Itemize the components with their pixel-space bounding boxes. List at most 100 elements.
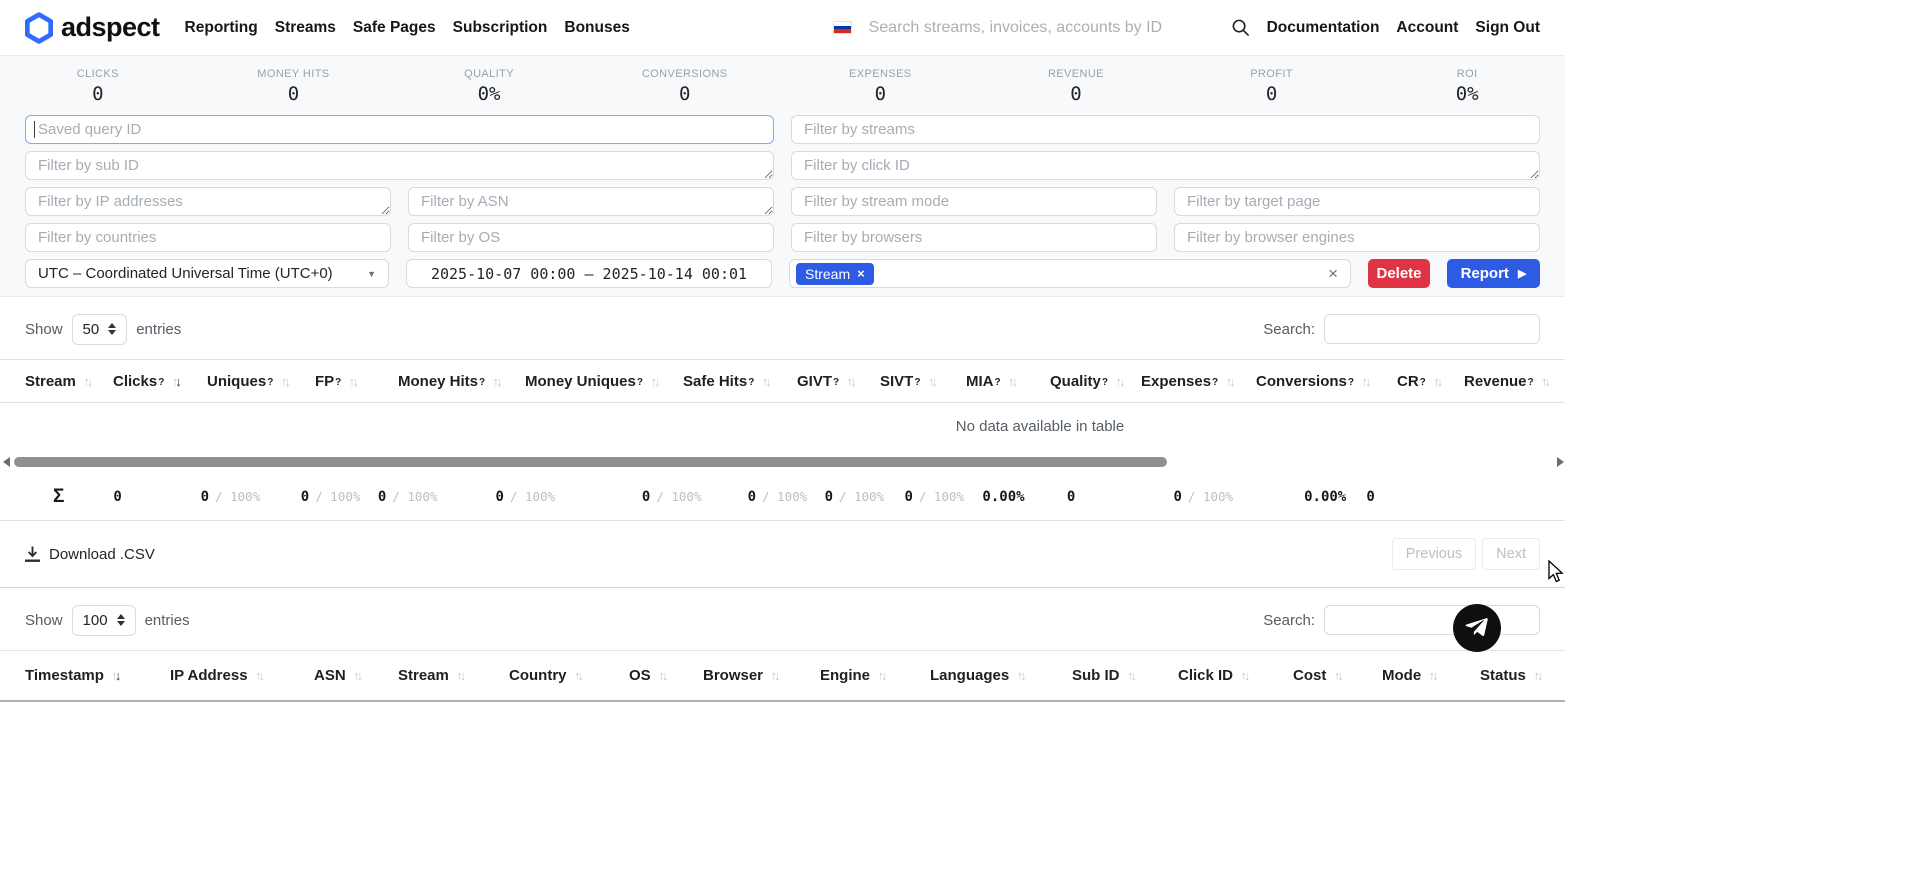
telegram-button[interactable] — [1453, 604, 1501, 652]
column-header-stream[interactable]: Stream↑↓ — [25, 373, 113, 390]
column-header-money-hits[interactable]: Money Hits?↑↓ — [398, 373, 525, 390]
totals-percent: / 100% — [215, 489, 260, 504]
date-range-input[interactable]: 2025-10-07 00:00 – 2025-10-14 00:01 — [406, 259, 772, 288]
global-search-input[interactable] — [869, 19, 1214, 37]
column-header-browser[interactable]: Browser↑↓ — [703, 667, 820, 684]
group-by-select[interactable]: Stream × × — [789, 259, 1351, 288]
download-csv-link[interactable]: Download .CSV — [25, 546, 155, 563]
filter-target-page-input[interactable] — [1174, 187, 1540, 216]
column-header-cost[interactable]: Cost↑↓ — [1293, 667, 1382, 684]
navbar-links: Documentation Account Sign Out — [1267, 19, 1540, 37]
nav-item-reporting[interactable]: Reporting — [185, 19, 258, 37]
column-header-fp[interactable]: FP?↑↓ — [315, 373, 398, 390]
help-mark: ? — [748, 373, 754, 388]
sort-icon: ↑↓ — [282, 374, 289, 389]
nav-item-streams[interactable]: Streams — [275, 19, 336, 37]
nav-item-account[interactable]: Account — [1396, 19, 1458, 37]
column-header-ip-address[interactable]: IP Address↑↓ — [170, 667, 314, 684]
totals-cell: 0/ 100% — [637, 488, 743, 506]
column-label: Conversions — [1256, 373, 1347, 390]
filter-os-input[interactable] — [408, 223, 774, 252]
stat-revenue: REVENUE0 — [978, 62, 1174, 105]
column-header-timestamp[interactable]: Timestamp↑↓ — [25, 667, 170, 684]
column-header-conversions[interactable]: Conversions?↑↓ — [1256, 373, 1397, 390]
column-header-sub-id[interactable]: Sub ID↑↓ — [1072, 667, 1178, 684]
filter-stream-mode-input[interactable] — [791, 187, 1157, 216]
table-search-input[interactable] — [1324, 314, 1540, 344]
filter-sub-id-textarea[interactable] — [25, 151, 774, 180]
sort-icon: ↑↓ — [879, 668, 886, 683]
totals-value: 0 — [113, 489, 121, 505]
totals-cell: 0/ 100% — [899, 488, 977, 506]
filter-click-id-textarea[interactable] — [791, 151, 1540, 180]
column-label: OS — [629, 667, 651, 684]
nav-item-sign-out[interactable]: Sign Out — [1475, 19, 1540, 37]
column-label: Timestamp — [25, 667, 104, 684]
next-page-button[interactable]: Next — [1482, 538, 1540, 570]
logo-text: adspect — [61, 12, 160, 43]
column-header-revenue[interactable]: Revenue?↑↓ — [1464, 373, 1565, 390]
filter-asn-textarea[interactable] — [408, 187, 774, 216]
column-header-stream[interactable]: Stream↑↓ — [398, 667, 509, 684]
adspect-logo[interactable]: adspect — [25, 12, 160, 44]
select-arrows-icon — [108, 323, 116, 335]
filter-countries-input[interactable] — [25, 223, 391, 252]
clear-selection-icon[interactable]: × — [1328, 265, 1338, 282]
column-header-mode[interactable]: Mode↑↓ — [1382, 667, 1480, 684]
sort-icon: ↑↓ — [1227, 374, 1234, 389]
column-header-status[interactable]: Status↑↓ — [1480, 667, 1565, 684]
column-header-engine[interactable]: Engine↑↓ — [820, 667, 930, 684]
column-header-languages[interactable]: Languages↑↓ — [930, 667, 1072, 684]
column-header-click-id[interactable]: Click ID↑↓ — [1178, 667, 1293, 684]
page-size-select-2[interactable]: 100 — [72, 605, 136, 636]
column-header-givt[interactable]: GIVT?↑↓ — [797, 373, 880, 390]
main-menu: Reporting Streams Safe Pages Subscriptio… — [185, 19, 630, 37]
filter-browsers-input[interactable] — [791, 223, 1157, 252]
column-header-country[interactable]: Country↑↓ — [509, 667, 629, 684]
timezone-select[interactable]: UTC – Coordinated Universal Time (UTC+0)… — [25, 259, 389, 288]
column-header-safe-hits[interactable]: Safe Hits?↑↓ — [683, 373, 797, 390]
stream-tag-label: Stream — [805, 266, 850, 282]
saved-query-id-input[interactable] — [25, 115, 774, 144]
scroll-left-arrow-icon[interactable] — [3, 457, 10, 467]
totals-cell: 0.00% — [1299, 488, 1361, 506]
search-icon[interactable] — [1231, 18, 1250, 37]
column-header-os[interactable]: OS↑↓ — [629, 667, 703, 684]
horizontal-scrollbar — [0, 453, 1565, 471]
click-log-section: Show 100 entries Search: Timestamp↑↓IP A… — [0, 604, 1565, 702]
column-header-money-uniques[interactable]: Money Uniques?↑↓ — [525, 373, 683, 390]
column-header-clicks[interactable]: Clicks?↑↓ — [113, 373, 207, 390]
filter-ip-textarea[interactable] — [25, 187, 391, 216]
delete-button[interactable]: Delete — [1368, 259, 1430, 288]
scroll-right-arrow-icon[interactable] — [1557, 457, 1564, 467]
filter-engines-input[interactable] — [1174, 223, 1540, 252]
column-header-quality[interactable]: Quality?↑↓ — [1050, 373, 1141, 390]
nav-item-bonuses[interactable]: Bonuses — [564, 19, 629, 37]
stream-tag[interactable]: Stream × — [796, 263, 874, 285]
filter-streams-input[interactable] — [791, 115, 1540, 144]
previous-page-button[interactable]: Previous — [1392, 538, 1476, 570]
nav-item-subscription[interactable]: Subscription — [453, 19, 548, 37]
column-header-sivt[interactable]: SIVT?↑↓ — [880, 373, 966, 390]
stream-tag-remove-icon[interactable]: × — [857, 266, 865, 281]
report-table: Stream↑↓Clicks?↑↓Uniques?↑↓FP?↑↓Money Hi… — [0, 359, 1565, 452]
column-header-asn[interactable]: ASN↑↓ — [314, 667, 398, 684]
report-button[interactable]: Report ▶ — [1447, 259, 1540, 288]
column-header-expenses[interactable]: Expenses?↑↓ — [1141, 373, 1256, 390]
nav-item-documentation[interactable]: Documentation — [1267, 19, 1380, 37]
language-flag-icon[interactable] — [833, 21, 852, 34]
column-label: Quality — [1050, 373, 1101, 390]
column-header-uniques[interactable]: Uniques?↑↓ — [207, 373, 315, 390]
scrollbar-thumb[interactable] — [14, 457, 1167, 467]
table-search-input-2[interactable] — [1324, 605, 1540, 635]
page-size-control-2: Show 100 entries — [25, 605, 190, 636]
help-mark: ? — [833, 373, 839, 388]
page-size-select[interactable]: 50 — [72, 314, 128, 345]
nav-item-safe-pages[interactable]: Safe Pages — [353, 19, 436, 37]
column-header-cr[interactable]: CR?↑↓ — [1397, 373, 1464, 390]
report-button-label: Report — [1461, 265, 1509, 282]
column-header-mia[interactable]: MIA?↑↓ — [966, 373, 1050, 390]
top-navbar: adspect Reporting Streams Safe Pages Sub… — [0, 0, 1565, 56]
totals-cell: Σ — [25, 486, 108, 508]
column-label: Money Uniques — [525, 373, 636, 390]
